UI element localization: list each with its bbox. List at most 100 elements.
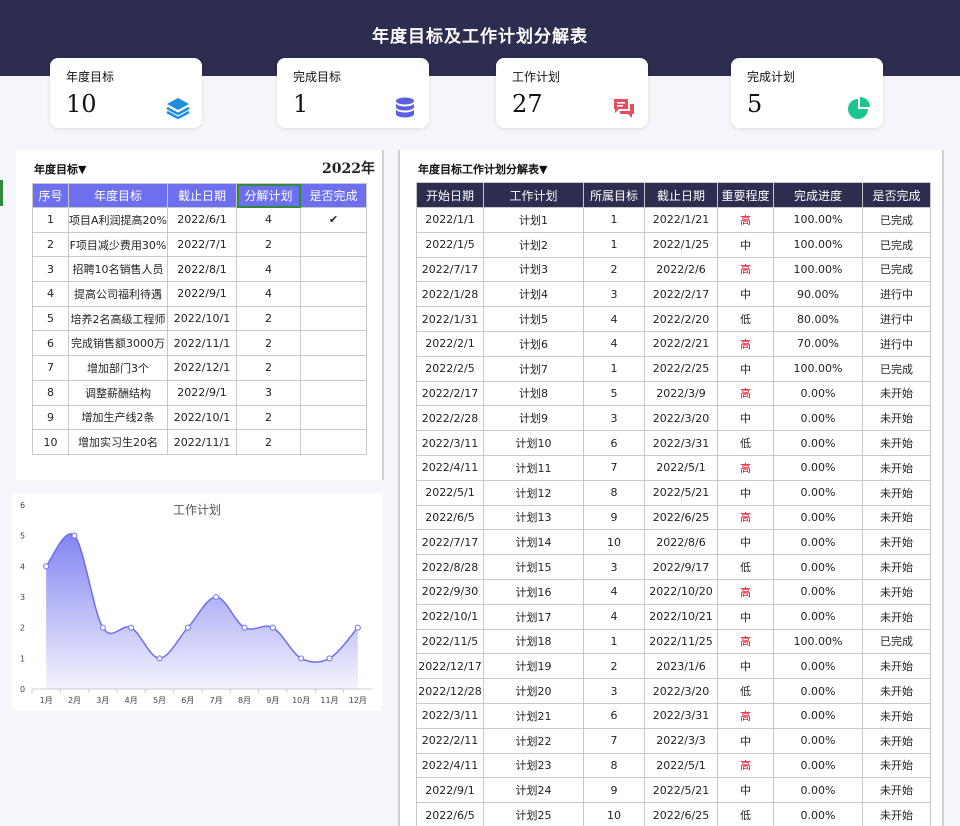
column-header[interactable]: 序号 [32,183,69,208]
table-cell[interactable]: 0.00% [773,405,863,432]
table-cell[interactable] [300,330,367,357]
table-cell[interactable]: 2 [236,355,301,381]
table-cell[interactable]: 2022/3/31 [644,702,718,729]
table-cell[interactable]: 2022/2/17 [644,281,718,308]
table-cell[interactable]: 4 [583,330,645,357]
table-cell[interactable]: 未开始 [862,380,931,407]
table-cell[interactable]: 2022/1/1 [416,207,484,233]
table-cell[interactable]: 未开始 [862,554,931,580]
table-cell[interactable]: 2022/10/20 [644,578,718,605]
table-cell[interactable]: 高 [717,330,774,357]
data-point[interactable] [241,624,248,631]
table-cell[interactable]: 10 [583,529,645,556]
table-cell[interactable]: 2022/2/21 [644,330,718,357]
table-cell[interactable]: 4 [583,603,645,630]
table-cell[interactable]: 0.00% [773,454,863,481]
table-cell[interactable]: 80.00% [773,306,863,332]
table-cell[interactable]: 0.00% [773,529,863,556]
table-cell[interactable]: 2022/2/17 [416,380,484,407]
table-cell[interactable]: 6 [32,330,69,357]
table-cell[interactable] [300,281,367,307]
table-cell[interactable]: 3 [583,678,645,704]
table-cell[interactable] [300,379,367,406]
table-cell[interactable]: 中 [717,529,774,556]
table-cell[interactable]: 2022/5/1 [644,454,718,481]
data-point[interactable] [213,594,220,600]
table-cell[interactable]: 90.00% [773,281,863,308]
table-cell[interactable]: 0.00% [773,430,863,456]
table-cell[interactable]: 8 [583,752,645,779]
table-cell[interactable]: 2022/7/1 [167,231,237,258]
table-cell[interactable]: 2022/2/6 [644,256,718,283]
table-cell[interactable]: 计划24 [483,777,584,804]
table-cell[interactable]: 7 [32,355,69,381]
table-cell[interactable]: 2022/2/20 [644,306,718,332]
table-cell[interactable]: 未开始 [862,504,931,531]
table-cell[interactable]: 4 [583,578,645,605]
table-cell[interactable]: 2022/5/1 [644,752,718,779]
table-cell[interactable]: 7 [583,727,645,754]
column-header[interactable]: 所属目标 [583,182,645,208]
table-cell[interactable]: 4 [236,281,301,307]
data-point[interactable] [99,624,106,631]
table-cell[interactable]: 2022/4/11 [416,454,484,481]
table-cell[interactable]: 2022/7/17 [416,529,484,556]
table-cell[interactable]: 2023/1/6 [644,653,718,680]
table-cell[interactable]: 未开始 [862,653,931,680]
column-header[interactable]: 年度目标 [68,183,168,208]
table-cell[interactable]: 0.00% [773,479,863,506]
table-cell[interactable]: 5 [32,305,69,332]
table-cell[interactable]: 2022/6/5 [416,802,484,826]
table-cell[interactable]: 2022/10/1 [416,603,484,630]
table-cell[interactable]: 2022/3/31 [644,430,718,456]
table-cell[interactable]: 未开始 [862,777,931,804]
table-cell[interactable]: 3 [583,554,645,580]
table-cell[interactable]: 8 [583,479,645,506]
table-cell[interactable]: 完成销售额3000万 [68,330,168,357]
table-cell[interactable]: 已完成 [862,628,931,655]
table-cell[interactable]: 2022/3/11 [416,430,484,456]
table-cell[interactable]: 高 [717,702,774,729]
data-point[interactable] [269,624,276,631]
table-cell[interactable]: 计划5 [483,306,584,332]
table-cell[interactable]: 2022/6/25 [644,802,718,826]
table-cell[interactable]: 项目A利润提高20% [68,207,168,233]
table-cell[interactable]: 0.00% [773,802,863,826]
table-cell[interactable]: 计划8 [483,380,584,407]
table-cell[interactable]: 3 [236,379,301,406]
column-header[interactable]: 工作计划 [483,182,584,208]
table-cell[interactable]: 已完成 [862,355,931,382]
table-cell[interactable]: 9 [583,777,645,804]
table-cell[interactable]: 低 [717,306,774,332]
table-cell[interactable]: 2022/11/1 [167,429,237,455]
table-cell[interactable]: 计划9 [483,405,584,432]
table-cell[interactable]: 2 [236,404,301,431]
table-cell[interactable]: 0.00% [773,504,863,531]
table-cell[interactable]: 1 [583,628,645,655]
table-cell[interactable]: 未开始 [862,603,931,630]
table-cell[interactable]: 8 [32,379,69,406]
table-cell[interactable]: 2 [32,231,69,258]
table-cell[interactable]: 未开始 [862,454,931,481]
table-cell[interactable]: 招聘10名销售人员 [68,256,168,283]
table-cell[interactable]: 高 [717,504,774,531]
table-cell[interactable] [300,355,367,381]
table-cell[interactable]: 2022/3/20 [644,405,718,432]
table-cell[interactable]: 低 [717,430,774,456]
table-cell[interactable]: 2022/2/28 [416,405,484,432]
table-cell[interactable] [300,429,367,455]
table-cell[interactable]: 计划4 [483,281,584,308]
table-cell[interactable]: 中 [717,405,774,432]
table-cell[interactable] [300,305,367,332]
table-cell[interactable]: 计划23 [483,752,584,779]
table-cell[interactable]: 未开始 [862,727,931,754]
table-cell[interactable]: 2022/10/1 [167,305,237,332]
table-cell[interactable]: 已完成 [862,231,931,258]
table-cell[interactable]: 2022/2/1 [416,330,484,357]
table-cell[interactable]: 计划16 [483,578,584,605]
table-cell[interactable]: 4 [583,306,645,332]
table-cell[interactable]: ✔ [300,207,367,233]
table-cell[interactable]: 增加实习生20名 [68,429,168,455]
table-cell[interactable]: 提高公司福利待遇 [68,281,168,307]
table-cell[interactable]: 中 [717,355,774,382]
